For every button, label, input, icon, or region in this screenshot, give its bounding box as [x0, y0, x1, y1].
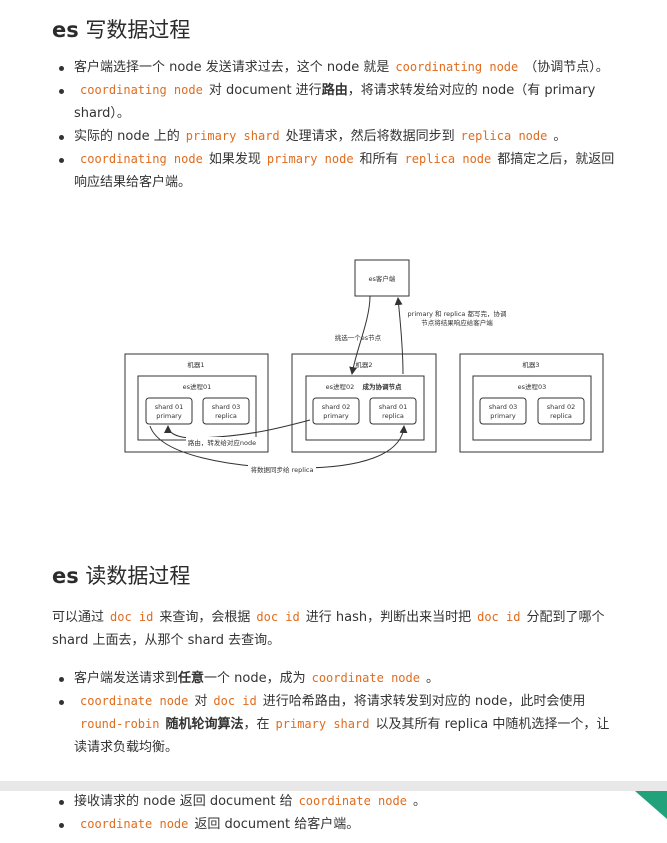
pick-node-label: 挑选一个es节点 [335, 333, 382, 342]
shard-box [145, 397, 193, 425]
shard-role: primary [490, 412, 516, 420]
read-heading: es 读数据过程 [52, 564, 191, 588]
shard-name: shard 02 [547, 403, 576, 411]
coordinator-role-label: 成为协调节点 [363, 382, 403, 391]
shard-role: primary [323, 412, 349, 420]
list-item: coordinating node 如果发现 primary node 和所有 repl… [52, 148, 622, 194]
note-line-2: 节点将结果响应给客户端 [421, 318, 493, 327]
list-item: 客户端发送请求到任意一个 node，成为 coordinate node。 [52, 667, 622, 690]
shard-name: shard 01 [379, 403, 408, 411]
list-item: coordinating node 对 document 进行路由，将请求转发给对… [52, 79, 622, 125]
shard-box [202, 397, 250, 425]
shard-box [537, 397, 585, 425]
list-item: coordinate node 对 doc id 进行哈希路由，将请求转发到对应的 n… [52, 690, 622, 759]
note-line-1: primary 和 replica 都写完，协调 [408, 309, 507, 318]
write-flow-diagram: es客户端 primary 和 replica 都写完，协调 节点将结果响应给客… [124, 259, 604, 474]
machine-2-label: 机器2 [355, 360, 372, 369]
client-label: es客户端 [369, 274, 396, 283]
process-3-label: es进程03 [518, 382, 547, 391]
machine-1-label: 机器1 [187, 360, 204, 369]
write-heading: es 写数据过程 [52, 18, 191, 42]
list-item: coordinate node 返回 document 给客户端。 [52, 813, 622, 836]
list-item: 实际的 node 上的 primary shard 处理请求，然后将数据同步到 rep… [52, 125, 622, 148]
list-item: 客户端选择一个 node 发送请求过去，这个 node 就是 coordinati… [52, 56, 622, 79]
shard-box [369, 397, 417, 425]
write-steps-list: 客户端选择一个 node 发送请求过去，这个 node 就是 coordinati… [52, 56, 622, 194]
sync-label: 将数据同步给 replica [251, 465, 314, 474]
read-intro-paragraph: 可以通过 doc id 来查询，会根据 doc id 进行 hash，判断出来当时把 do… [52, 610, 605, 648]
process-1-label: es进程01 [183, 382, 212, 391]
shard-role: replica [215, 412, 237, 420]
shard-role: primary [156, 412, 182, 420]
read-steps-list-continued: 接收请求的 node 返回 document 给 coordinate node。… [52, 790, 622, 836]
machine-3-label: 机器3 [522, 360, 539, 369]
shard-name: shard 03 [489, 403, 518, 411]
shard-box [312, 397, 360, 425]
shard-name: shard 03 [212, 403, 241, 411]
page-corner-fold [635, 791, 667, 819]
list-item: 接收请求的 node 返回 document 给 coordinate node。 [52, 790, 622, 813]
read-steps-list: 客户端发送请求到任意一个 node，成为 coordinate node。 coo… [52, 667, 622, 759]
route-label: 路由，转发给对应node [188, 438, 256, 447]
shard-box [479, 397, 527, 425]
shard-name: shard 02 [322, 403, 351, 411]
shard-role: replica [382, 412, 404, 420]
shard-role: replica [550, 412, 572, 420]
shard-name: shard 01 [155, 403, 184, 411]
process-2-label: es进程02 [326, 382, 355, 391]
